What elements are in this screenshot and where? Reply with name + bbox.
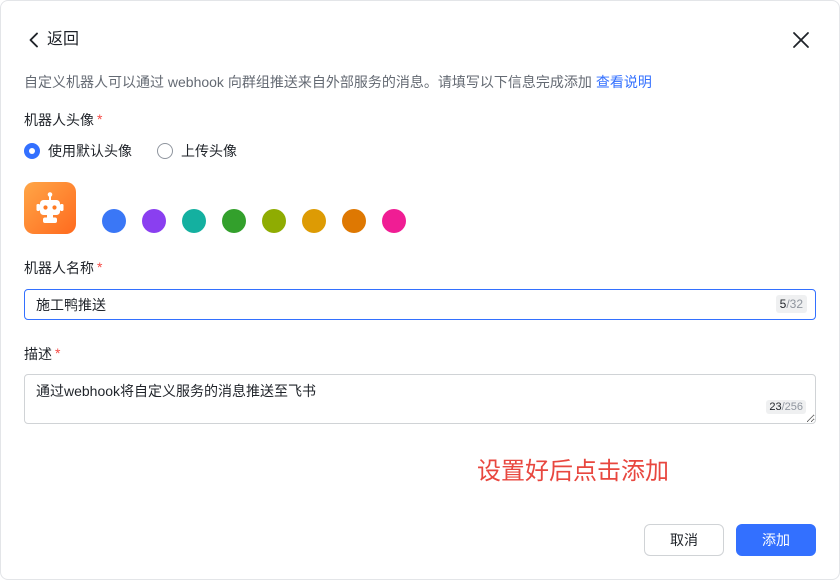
name-char-counter: 5/32 (775, 295, 807, 313)
add-custom-bot-dialog: 返回 自定义机器人可以通过 webhook 向群组推送来自外部服务的消息。请填写… (0, 0, 840, 580)
avatar-label: 机器人头像 * (24, 110, 102, 130)
avatar-color-option[interactable] (262, 209, 286, 233)
bot-name-input[interactable] (24, 289, 816, 320)
description-char-limit: /256 (781, 401, 803, 413)
chevron-left-icon (26, 32, 42, 48)
avatar-color-option[interactable] (302, 209, 326, 233)
avatar-color-option[interactable] (342, 209, 366, 233)
bot-description-field: 通过webhook将自定义服务的消息推送至飞书 23/256 (24, 374, 816, 424)
name-char-limit: /32 (786, 297, 803, 311)
description-char-count: 23 (769, 401, 782, 413)
radio-label: 上传头像 (181, 143, 237, 159)
avatar-color-picker (102, 209, 406, 233)
robot-icon (36, 192, 64, 223)
instruction-annotation: 设置好后点击添加 (477, 458, 669, 485)
avatar-color-option[interactable] (142, 209, 166, 233)
bot-description-textarea[interactable]: 通过webhook将自定义服务的消息推送至飞书 (24, 374, 816, 424)
bot-name-label: 机器人名称 * (24, 258, 102, 278)
back-button[interactable]: 返回 (24, 28, 79, 52)
intro-description: 自定义机器人可以通过 webhook 向群组推送来自外部服务的消息。请填写以下信… (24, 74, 592, 90)
back-label: 返回 (47, 31, 80, 48)
required-mark: * (97, 259, 103, 275)
intro-text: 自定义机器人可以通过 webhook 向群组推送来自外部服务的消息。请填写以下信… (24, 72, 652, 92)
close-icon[interactable] (792, 31, 810, 49)
avatar-color-option[interactable] (222, 209, 246, 233)
description-char-counter: 23/256 (766, 400, 806, 414)
avatar-source-radio-group: 使用默认头像 上传头像 (24, 141, 324, 161)
bot-name-label-text: 机器人名称 (24, 260, 94, 276)
cancel-button[interactable]: 取消 (644, 524, 724, 556)
bot-avatar (24, 182, 76, 234)
avatar-color-option[interactable] (182, 209, 206, 233)
avatar-color-option[interactable] (102, 209, 126, 233)
bot-description-label-text: 描述 (24, 346, 52, 362)
required-mark: * (97, 111, 103, 127)
radio-circle[interactable] (157, 143, 173, 159)
avatar-color-option[interactable] (382, 209, 406, 233)
radio-label: 使用默认头像 (48, 143, 132, 159)
avatar-label-text: 机器人头像 (24, 112, 94, 128)
bot-description-label: 描述 * (24, 344, 60, 364)
required-mark: * (55, 345, 61, 361)
add-button[interactable]: 添加 (736, 524, 816, 556)
view-instructions-link[interactable]: 查看说明 (596, 74, 652, 90)
radio-circle[interactable] (24, 143, 40, 159)
bot-name-field: 5/32 (24, 289, 816, 320)
